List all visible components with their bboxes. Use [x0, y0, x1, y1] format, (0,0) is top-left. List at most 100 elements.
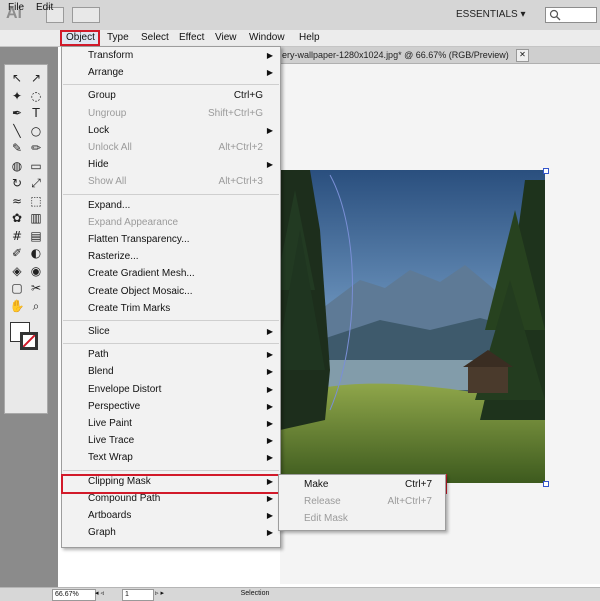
object-menu-item[interactable]: Path ▶ — [88, 347, 273, 363]
svg-text:⤢: ⤢ — [30, 176, 41, 190]
menu-item-label: Blend — [88, 366, 114, 378]
submenu-arrow-icon: ▶ — [266, 453, 273, 463]
fill-stroke-swatches[interactable] — [10, 322, 40, 354]
object-menu-item[interactable]: Transform ▶ — [88, 48, 273, 64]
artboard-nav-next-icon[interactable]: ▹ ▸ — [155, 589, 164, 597]
paintbrush-tool-icon[interactable]: ✎ — [9, 140, 25, 155]
menu-item-label: Graph — [88, 527, 116, 539]
slice-tool-icon[interactable]: ✂ — [28, 280, 44, 295]
svg-text:#: # — [12, 229, 22, 243]
object-menu-item[interactable]: Live Trace ▶ — [88, 433, 273, 449]
menu-effect[interactable]: Effect — [175, 30, 208, 46]
live-paint-selection-tool-icon[interactable]: ◉ — [28, 263, 44, 278]
menu-select[interactable]: Select — [137, 30, 173, 46]
blob-brush-tool-icon[interactable]: ◍ — [9, 158, 25, 173]
svg-text:✦: ✦ — [12, 89, 22, 103]
ellipse-tool-icon[interactable]: ○ — [28, 123, 44, 138]
svg-text:✒: ✒ — [12, 106, 22, 120]
selection-tool-icon[interactable]: ↖ — [9, 70, 25, 85]
object-menu-item[interactable]: Text Wrap ▶ — [88, 450, 273, 466]
object-menu-item[interactable]: Live Paint ▶ — [88, 416, 273, 432]
submenu-arrow-icon: ▶ — [266, 160, 273, 170]
submenu-arrow-icon: ▶ — [266, 511, 273, 520]
object-menu-item[interactable]: Create Gradient Mesh... — [88, 266, 273, 282]
object-menu-item[interactable]: Arrange ▶ — [88, 65, 273, 81]
object-menu-item: Ungroup Shift+Ctrl+G — [88, 106, 273, 122]
object-menu-item[interactable]: Expand... — [88, 198, 273, 214]
object-menu-item[interactable]: Artboards ▶ — [88, 508, 273, 524]
object-menu-item[interactable]: Create Trim Marks — [88, 301, 273, 317]
pen-tool-icon[interactable]: ✒ — [9, 105, 25, 120]
object-menu-item[interactable]: Rasterize... — [88, 249, 273, 265]
svg-text:◈: ◈ — [12, 264, 22, 278]
submenu-arrow-icon: ▶ — [266, 436, 273, 446]
type-tool-icon[interactable]: T — [28, 105, 44, 120]
object-menu-item[interactable]: Lock ▶ — [88, 123, 273, 139]
close-tab-icon[interactable]: ✕ — [516, 49, 529, 62]
submenu-item-make[interactable]: Make Ctrl+7 — [304, 477, 432, 493]
object-menu-item[interactable]: Group Ctrl+G — [88, 88, 273, 104]
menu-file[interactable]: File — [4, 0, 28, 16]
lasso-tool-icon[interactable]: ◌ — [28, 88, 44, 103]
artboard-nav-prev-icon[interactable]: ◂ ◃ — [95, 589, 104, 597]
workspace-switcher[interactable]: ESSENTIALS ▾ — [448, 7, 536, 23]
object-menu-item[interactable]: Slice ▶ — [88, 324, 273, 340]
menu-edit[interactable]: Edit — [32, 0, 57, 16]
object-menu-item[interactable]: Flatten Transparency... — [88, 232, 273, 248]
artboard-number[interactable]: 1 — [122, 589, 154, 601]
menu-separator — [63, 469, 279, 471]
menu-item-label: Arrange — [88, 67, 124, 79]
submenu-arrow-icon: ▶ — [266, 327, 273, 336]
warp-tool-icon[interactable]: ≈ — [9, 193, 25, 208]
menu-item-shortcut: Alt+Ctrl+3 — [218, 176, 263, 188]
svg-text:○: ○ — [31, 124, 41, 138]
menu-item-label: Unlock All — [88, 142, 132, 153]
search-input[interactable] — [545, 7, 597, 23]
artboard-tool-icon[interactable]: ▢ — [9, 280, 25, 295]
object-menu-item[interactable]: Create Object Mosaic... — [88, 284, 273, 300]
arrange-documents-icon[interactable] — [72, 7, 100, 23]
none-slash-icon — [22, 334, 36, 348]
direct-selection-tool-icon[interactable]: ↗ — [28, 70, 44, 85]
menu-item-label: Transform — [88, 50, 134, 61]
submenu-arrow-icon: ▶ — [266, 419, 273, 428]
rotate-tool-icon[interactable]: ↻ — [9, 175, 25, 190]
menu-help[interactable]: Help — [295, 30, 324, 46]
mesh-tool-icon[interactable]: # — [9, 228, 25, 243]
menu-item-label: Create Gradient Mesh... — [88, 268, 195, 280]
selection-handle[interactable] — [543, 481, 549, 487]
symbol-sprayer-tool-icon[interactable]: ✿ — [9, 210, 25, 225]
menu-window[interactable]: Window — [245, 30, 289, 46]
blend-tool-icon[interactable]: ◐ — [28, 245, 44, 260]
menu-type[interactable]: Type — [103, 30, 133, 46]
zoom-field[interactable]: 66.67% — [52, 589, 96, 601]
scale-tool-icon[interactable]: ⤢ — [28, 175, 44, 190]
free-transform-tool-icon[interactable]: ⬚ — [28, 193, 44, 208]
menu-object[interactable]: Object — [60, 30, 100, 46]
menu-item-shortcut: Alt+Ctrl+2 — [218, 142, 263, 153]
menu-separator — [63, 84, 279, 86]
menu-view[interactable]: View — [211, 30, 241, 46]
eyedropper-tool-icon[interactable]: ✐ — [9, 245, 25, 260]
object-menu-item[interactable]: Envelope Distort ▶ — [88, 382, 273, 398]
menu-item-label: Live Trace — [88, 435, 135, 447]
gradient-tool-icon[interactable]: ▤ — [28, 228, 44, 243]
column-graph-tool-icon[interactable]: ▥ — [28, 210, 44, 225]
stroke-swatch[interactable] — [20, 332, 38, 350]
selection-handle[interactable] — [543, 168, 549, 174]
landscape-photo[interactable] — [280, 170, 545, 483]
object-menu-item[interactable]: Hide ▶ — [88, 157, 273, 173]
pencil-tool-icon[interactable]: ✏ — [28, 140, 44, 155]
live-paint-tool-icon[interactable]: ◈ — [9, 263, 25, 278]
line-tool-icon[interactable]: ╲ — [9, 123, 25, 138]
hand-tool-icon[interactable]: ✋ — [9, 298, 25, 313]
document-tab[interactable]: ery-wallpaper-1280x1024.jpg* @ 66.67% (R… — [282, 48, 522, 62]
object-menu-item[interactable]: Perspective ▶ — [88, 399, 273, 415]
object-menu-item[interactable]: Graph ▶ — [88, 525, 273, 541]
object-menu-item[interactable]: Blend ▶ — [88, 364, 273, 380]
eraser-tool-icon[interactable]: ▭ — [28, 158, 44, 173]
magic-wand-tool-icon[interactable]: ✦ — [9, 88, 25, 103]
menu-item-shortcut: Shift+Ctrl+G — [207, 107, 263, 119]
submenu-item-label: Make — [304, 479, 329, 490]
zoom-tool-icon[interactable]: ⌕ — [28, 298, 44, 313]
